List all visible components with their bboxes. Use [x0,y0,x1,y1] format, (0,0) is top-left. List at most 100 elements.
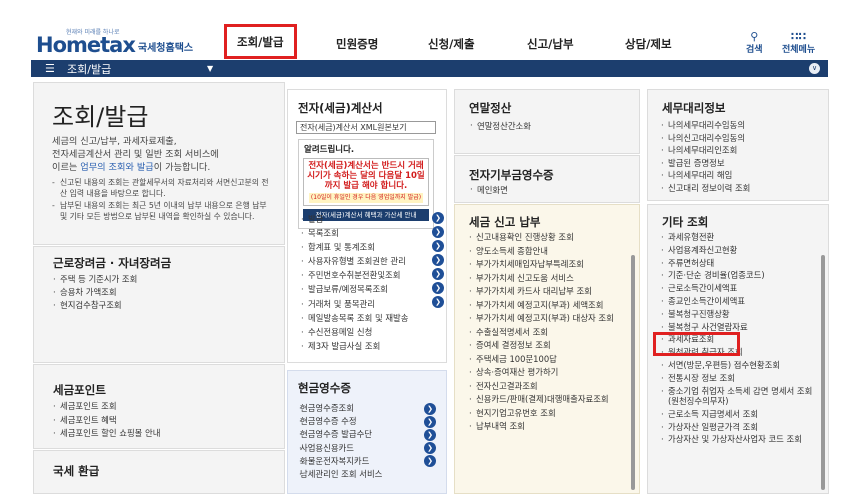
notice-title: 알려드립니다. [304,145,355,155]
agent-panel: 세무대리정보 나의세무대리수임동의 나의신고대리수임동의 나의세무대리인조회 발… [647,89,829,201]
list-item[interactable]: 주민번호수취분전환및조회 [300,268,428,282]
nav-consult-report[interactable]: 상담/제보 [625,28,672,60]
list-item[interactable]: 발급 [300,212,428,226]
arrow-right-icon[interactable]: ❯ [424,416,436,428]
list-item[interactable]: 신용카드/판매(결제)대행매출자료조회 [468,394,630,405]
e-bill-panel: 전자기부금영수증 메인화면 [454,155,640,203]
notice-text: 전자(세금)계산서는 반드시 거래시기가 속하는 달의 다음달 10일까지 발급… [307,161,425,191]
arrow-right-icon[interactable]: ❯ [432,240,444,252]
nav-civil-certificate[interactable]: 민원증명 [336,28,378,60]
scrollbar[interactable] [821,255,825,490]
arrow-right-icon[interactable]: ❯ [432,268,444,280]
list-item[interactable]: 부가가치세 신고도움 서비스 [468,273,630,284]
list-item[interactable]: 부가가치세매입자납부특례조회 [468,259,630,270]
list-item[interactable]: 세금포인트 혜택 [52,414,160,428]
list-item[interactable]: 나의세무대리인조회 [660,144,750,157]
tax-point-title: 세금포인트 [53,383,106,397]
list-item[interactable]: 목록조회 [300,226,428,240]
list-item[interactable]: 신고대리 정보이력 조회 [660,182,750,195]
list-item[interactable]: 부가가치세 예정고지(부과) 세액조회 [468,300,630,311]
tax-filing-list: 신고내용확인 진행상황 조회 양도소득세 종합안내 부가가치세매입자납부특례조회… [468,232,630,435]
arrow-right-icon[interactable]: ❯ [432,254,444,266]
search-button[interactable]: ⚲ 검색 [746,31,763,55]
list-item[interactable]: 과세유형전환 [660,232,823,243]
arrow-right-icon[interactable]: ❯ [424,442,436,454]
hamburger-icon[interactable]: ☰ [45,63,61,74]
list-item[interactable]: 근로소득 지급명세서 조회 [660,409,823,420]
list-item[interactable]: 세금포인트 할인 쇼핑몰 안내 [52,427,160,441]
list-item[interactable]: 발급된 증명정보 [660,157,750,170]
list-item[interactable]: 중소기업 취업자 소득세 감면 명세서 조회(원천징수의무자) [660,386,823,407]
list-item[interactable]: 수신전용메일 신청 [300,325,428,339]
scrollbar[interactable] [631,255,635,490]
list-item[interactable]: 세금포인트 조회 [52,400,160,414]
list-item[interactable]: 남세관리인 조회 서비스 [298,468,426,481]
hometax-logo[interactable]: 현재와 미래를 하나로 Hometax 국세청홈택스 [36,29,193,56]
list-item[interactable]: 양도소득세 종합안내 [468,246,630,257]
bar-title[interactable]: 조회/발급 [67,61,207,77]
list-item[interactable]: 승용차 가액조회 [52,286,137,299]
list-item[interactable]: 메인화면 [469,184,508,196]
arrow-right-icon[interactable]: ❯ [432,226,444,238]
all-menu-button[interactable]: ∷∷ 전체메뉴 [782,31,815,55]
list-item[interactable]: 거래처 및 품목관리 [300,297,428,311]
nav-inquiry-issue[interactable]: 조회/발급 [224,24,297,59]
list-item[interactable]: 주택세금 100문100답 [468,354,630,365]
list-item[interactable]: 신고내용확인 진행상황 조회 [468,232,630,243]
list-item[interactable]: 연말정산간소화 [469,120,531,132]
list-item[interactable]: 주택 등 기준시가 조회 [52,273,137,286]
list-item[interactable]: 부가가치세 예정고지(부과) 대상자 조회 [468,313,630,324]
list-item[interactable]: 불복청구진행상황 [660,309,823,320]
list-item[interactable]: 현금영수증조회 [298,402,426,415]
list-item[interactable]: 화물운전자복지카드 [298,455,426,468]
list-item[interactable]: 메일발송목록 조회 및 재발송 [300,311,428,325]
list-item[interactable]: 현지검수참구조회 [52,299,137,312]
all-menu-label: 전체메뉴 [782,45,816,55]
nav-apply-submit[interactable]: 신청/제출 [428,28,475,60]
arrow-right-icon[interactable]: ❯ [424,403,436,415]
chevron-down-icon[interactable]: ∨ [809,63,820,74]
agent-list: 나의세무대리수임동의 나의신고대리수임동의 나의세무대리인조회 발급된 증명정보… [660,119,750,194]
list-item[interactable]: 근로소득간이세액표 [660,283,823,294]
list-item[interactable]: 주류면허상태 [660,258,823,269]
earned-credit-panel: 근로장려금 · 자녀장려금 주택 등 기준시가 조회 승용차 가액조회 현지검수… [33,246,285,363]
arrow-right-icon[interactable]: ❯ [432,212,444,224]
list-item[interactable]: 전자신고결과조회 [468,381,630,392]
list-item[interactable]: 나의신고대리수임동의 [660,132,750,145]
arrow-right-icon[interactable]: ❯ [432,296,444,308]
list-item[interactable]: 현지기업고유번호 조회 [468,408,630,419]
list-item[interactable]: 전통시장 정보 조회 [660,373,823,384]
list-item[interactable]: 서면(방문,우편등) 접수현황조회 [660,360,823,371]
highlight-box [653,332,740,356]
notice-badge: (10일이 휴일인 경우 다음 영업일까지 발급) [308,193,424,203]
list-item[interactable]: 기준·단순 경비율(업종코드) [660,270,823,281]
list-item[interactable]: 나의세무대리수임동의 [660,119,750,132]
caret-down-icon[interactable]: ▼ [207,64,213,73]
list-item[interactable]: 납부내역 조회 [468,421,630,432]
list-item[interactable]: 제3자 발급사실 조회 [300,339,428,353]
list-item[interactable]: 나의세무대리 해임 [660,169,750,182]
arrow-right-icon[interactable]: ❯ [424,429,436,441]
list-item[interactable]: 부가가치세 카드사 대리납부 조회 [468,286,630,297]
list-item[interactable]: 가상자산 및 가상자산사업자 코드 조회 [660,434,823,445]
list-item[interactable]: 사용자유형별 조회권한 관리 [300,254,428,268]
arrow-right-icon[interactable]: ❯ [424,455,436,467]
refund-panel: 국세 환급 [33,450,285,494]
list-item[interactable]: 종교인소득간이세액표 [660,296,823,307]
list-item[interactable]: 현금영수증 수정 [298,415,426,428]
list-item[interactable]: 증여세 결정정보 조회 [468,340,630,351]
list-item[interactable]: 발급보류/예정목록조회 [300,282,428,296]
list-item[interactable]: 수출실적명세서 조회 [468,327,630,338]
nav-report-pay[interactable]: 신고/납부 [527,28,574,60]
list-item[interactable]: 상속·증여재산 평가하기 [468,367,630,378]
header: 현재와 미래를 하나로 Hometax 국세청홈택스 조회/발급 민원증명 신청… [0,24,859,60]
xml-view-button[interactable]: 전자(세금)계산서 XML원본보기 [296,121,436,134]
list-item[interactable]: 가상자산 일평균가격 조회 [660,422,823,433]
intro-line: 이르는 업무의 조회와 발급이 가능합니다. [52,161,272,174]
list-item[interactable]: 합계표 및 통계조회 [300,240,428,254]
list-item[interactable]: 사업용계좌신고현황 [660,245,823,256]
list-item[interactable]: 불복청구 사건열람자료 [660,322,823,333]
list-item[interactable]: 사업용신용카드 [298,442,426,455]
list-item[interactable]: 현금영수증 발급수단 [298,428,426,441]
arrow-right-icon[interactable]: ❯ [432,282,444,294]
